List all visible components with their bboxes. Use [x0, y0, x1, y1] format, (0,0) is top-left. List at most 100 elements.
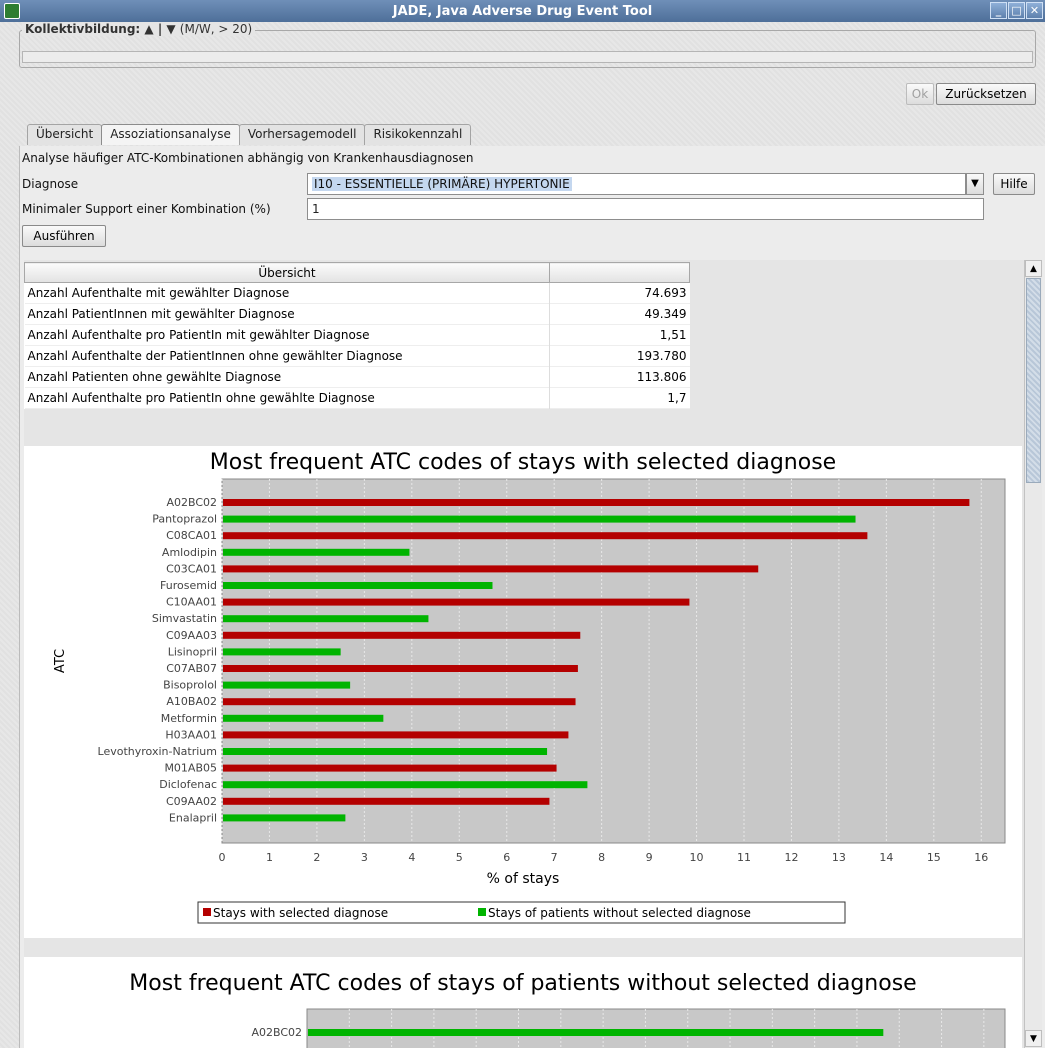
- chart-with-diagnosis-svg: Most frequent ATC codes of stays with se…: [53, 450, 1006, 924]
- chart-title: Most frequent ATC codes of stays with se…: [210, 450, 836, 475]
- run-button[interactable]: Ausführen: [22, 225, 106, 247]
- chart-without-diagnosis-svg: Most frequent ATC codes of stays of pati…: [129, 971, 1006, 1048]
- collective-hint: (M/W, > 20): [179, 22, 253, 36]
- x-tick-label: 15: [927, 851, 941, 864]
- bar: [223, 814, 346, 822]
- x-tick-label: 14: [879, 851, 893, 864]
- tab-overview[interactable]: Übersicht: [27, 124, 103, 145]
- summary-header: Übersicht: [24, 262, 550, 283]
- bar: [223, 698, 576, 706]
- support-label: Minimaler Support einer Kombination (%): [22, 202, 271, 216]
- row-label: Anzahl Patienten ohne gewählte Diagnose: [27, 370, 282, 384]
- plot-area: [306, 1008, 1006, 1048]
- bar: [223, 499, 970, 506]
- window-title: JADE, Java Adverse Drug Event Tool: [392, 3, 653, 19]
- row-label: Anzahl Aufenthalte pro PatientIn mit gew…: [27, 328, 370, 342]
- chart-without-diagnosis: Most frequent ATC codes of stays of pati…: [24, 957, 1022, 1048]
- scroll-down-icon[interactable]: ▼: [1025, 1030, 1042, 1047]
- x-tick-label: 11: [737, 851, 751, 864]
- bar: [223, 764, 557, 772]
- close-icon[interactable]: ✕: [1026, 2, 1043, 19]
- bar: [308, 1029, 884, 1036]
- table-row: Anzahl Aufenthalte der PatientInnen ohne…: [24, 345, 690, 367]
- association-panel: Analyse häufiger ATC-Kombinationen abhän…: [19, 146, 1045, 1048]
- bar: [223, 648, 341, 656]
- row-value: 193.780: [549, 345, 690, 367]
- y-tick-label: C03CA01: [166, 562, 217, 575]
- row-label: Anzahl Aufenthalte pro PatientIn ohne ge…: [27, 391, 375, 405]
- tab-prediction-model[interactable]: Vorhersagemodell: [238, 124, 366, 145]
- x-tick-label: 13: [832, 851, 846, 864]
- x-axis-label: % of stays: [487, 871, 560, 887]
- row-label: Anzahl Aufenthalte der PatientInnen ohne…: [27, 349, 403, 363]
- help-button[interactable]: Hilfe: [993, 173, 1035, 195]
- y-tick-label: C08CA01: [166, 529, 217, 542]
- chevron-down-icon[interactable]: ▼: [966, 173, 984, 195]
- x-tick-label: 3: [361, 851, 368, 864]
- summary-value-header: [549, 262, 690, 283]
- y-tick-label: Diclofenac: [159, 778, 217, 791]
- x-tick-label: 12: [784, 851, 798, 864]
- maximize-icon[interactable]: □: [1008, 2, 1025, 19]
- tab-association-analysis[interactable]: Assoziationsanalyse: [101, 124, 240, 145]
- results-scroll-area[interactable]: Übersicht Anzahl Aufenthalte mit gewählt…: [24, 260, 1042, 1048]
- y-tick-label: Enalapril: [169, 811, 217, 824]
- bar: [223, 532, 868, 540]
- minimize-icon[interactable]: _: [990, 2, 1007, 19]
- table-row: Anzahl Aufenthalte pro PatientIn mit gew…: [24, 324, 690, 346]
- bar: [223, 515, 856, 523]
- chart-title: Most frequent ATC codes of stays of pati…: [129, 971, 916, 996]
- collective-filter-area[interactable]: [22, 51, 1033, 63]
- bar: [223, 548, 410, 556]
- scroll-thumb[interactable]: [1026, 278, 1041, 483]
- y-tick-label: Furosemid: [160, 579, 217, 592]
- row-value: 113.806: [549, 366, 690, 388]
- collective-group-label: Kollektivbildung: ▲ | ▼ (M/W, > 20): [22, 22, 256, 36]
- y-axis-label: ATC: [53, 649, 68, 673]
- diagnosis-select[interactable]: I10 - ESSENTIELLE (PRIMÄRE) HYPERTONIE: [307, 173, 966, 195]
- bar: [223, 565, 759, 573]
- ok-button[interactable]: Ok: [906, 83, 934, 105]
- table-row: Anzahl Aufenthalte pro PatientIn ohne ge…: [24, 387, 690, 409]
- scroll-up-icon[interactable]: ▲: [1025, 260, 1042, 277]
- legend-label: Stays of patients without selected diagn…: [488, 906, 751, 920]
- y-tick-label: Levothyroxin-Natrium: [98, 745, 217, 758]
- x-tick-label: 10: [690, 851, 704, 864]
- x-tick-label: 2: [313, 851, 320, 864]
- bar: [223, 714, 384, 722]
- x-tick-label: 6: [503, 851, 510, 864]
- row-label: Anzahl PatientInnen mit gewählter Diagno…: [27, 307, 295, 321]
- row-value: 49.349: [549, 303, 690, 325]
- y-tick-label: C10AA01: [166, 596, 217, 609]
- chart-with-diagnosis: Most frequent ATC codes of stays with se…: [24, 446, 1022, 938]
- legend: Stays with selected diagnose Stays of pat…: [197, 901, 846, 924]
- x-tick-label: 9: [646, 851, 653, 864]
- row-value: 1,7: [549, 387, 690, 409]
- diagnosis-label: Diagnose: [22, 177, 79, 191]
- y-tick-label: H03AA01: [165, 728, 217, 741]
- diagnosis-value: I10 - ESSENTIELLE (PRIMÄRE) HYPERTONIE: [312, 177, 572, 191]
- tab-risk-score[interactable]: Risikokennzahl: [364, 124, 472, 145]
- y-tick-label: Lisinopril: [168, 645, 217, 658]
- collective-label: Kollektivbildung: ▲ | ▼: [25, 22, 176, 36]
- bar: [223, 681, 351, 689]
- app-icon: [4, 3, 20, 19]
- support-input[interactable]: 1: [307, 198, 984, 220]
- y-tick-label: Bisoprolol: [163, 679, 217, 692]
- vertical-scrollbar[interactable]: ▲ ▼: [1024, 260, 1042, 1048]
- legend-swatch: [203, 908, 211, 916]
- row-value: 74.693: [549, 282, 690, 304]
- summary-table: Übersicht Anzahl Aufenthalte mit gewählt…: [24, 262, 690, 409]
- x-tick-label: 8: [598, 851, 605, 864]
- y-tick-label: Metformin: [161, 712, 217, 725]
- y-tick-label: A10BA02: [166, 695, 217, 708]
- x-tick-label: 7: [551, 851, 558, 864]
- y-tick-label: C07AB07: [166, 662, 217, 675]
- x-tick-label: 16: [974, 851, 988, 864]
- bar: [223, 615, 429, 623]
- reset-button[interactable]: Zurücksetzen: [936, 83, 1036, 105]
- y-tick-label: A02BC02: [251, 1026, 302, 1039]
- y-tick-label: C09AA03: [166, 629, 217, 642]
- x-tick-label: 4: [408, 851, 415, 864]
- bar: [223, 598, 690, 606]
